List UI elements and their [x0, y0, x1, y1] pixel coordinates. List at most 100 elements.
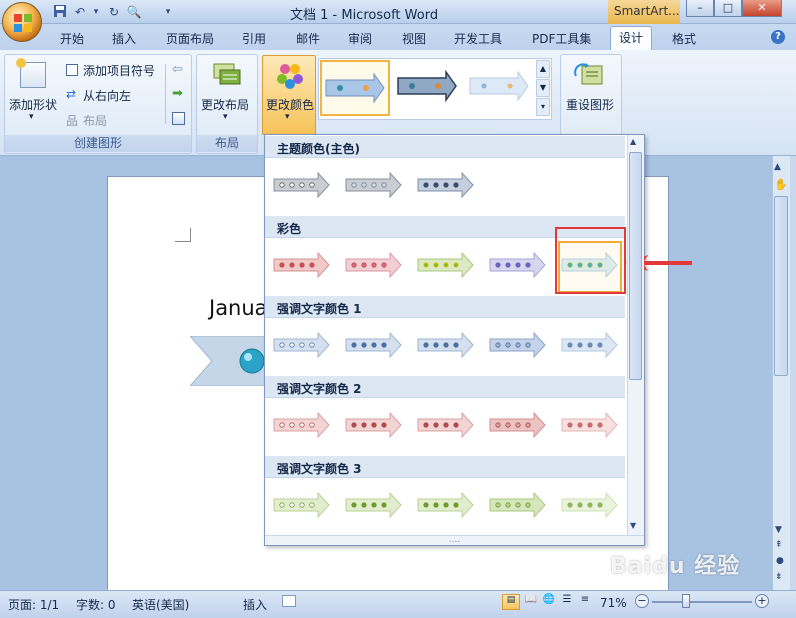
color-variant-thumb[interactable]: [412, 402, 478, 448]
gallery-scroll-down-arrow-icon[interactable]: ▼: [630, 521, 636, 530]
tab-format[interactable]: 格式: [664, 28, 704, 49]
gallery-scroll-down-icon[interactable]: ▼: [536, 79, 550, 97]
add-shape-dropdown-icon[interactable]: ▾: [29, 112, 34, 122]
zoom-out-icon[interactable]: −: [635, 594, 649, 608]
close-button[interactable]: ✕: [742, 0, 782, 17]
office-button[interactable]: [2, 2, 42, 42]
color-variant-thumb[interactable]: [340, 322, 406, 368]
layout-group-label: 布局: [197, 135, 257, 152]
color-variant-thumb[interactable]: [268, 402, 334, 448]
macro-record-icon[interactable]: [282, 595, 296, 607]
print-preview-icon[interactable]: 🔍: [126, 4, 142, 20]
window-title: 文档 1 - Microsoft Word: [290, 8, 439, 23]
gallery-scroll-up-icon[interactable]: ▲: [536, 60, 550, 78]
smartart-text-january[interactable]: Janua: [209, 296, 268, 320]
color-variant-thumb[interactable]: [412, 162, 478, 208]
select-browse-object-icon[interactable]: ●: [776, 556, 784, 566]
demote-icon[interactable]: ➡: [172, 86, 183, 101]
gallery-scroll-thumb[interactable]: [629, 152, 642, 380]
web-layout-icon[interactable]: 🌐: [540, 594, 558, 610]
color-variant-thumb[interactable]: [484, 322, 550, 368]
ruler-toggle-icon[interactable]: ▲: [774, 162, 781, 172]
outline-view-icon[interactable]: ☰: [558, 594, 576, 610]
org-layout-button[interactable]: 布局: [83, 112, 107, 129]
zoom-slider-handle[interactable]: [682, 594, 690, 608]
zoom-in-icon[interactable]: +: [755, 594, 769, 608]
promote-icon[interactable]: ⇦: [172, 62, 183, 77]
color-variant-thumb[interactable]: [556, 322, 622, 368]
change-color-button[interactable]: 更改颜色 ▾: [262, 55, 316, 135]
reset-graphic-button[interactable]: 重设图形: [566, 96, 614, 113]
next-page-icon[interactable]: ⇟: [775, 572, 783, 582]
word-count[interactable]: 字数: 0: [76, 596, 116, 613]
gallery-scroll-up-arrow-icon[interactable]: ▲: [630, 137, 636, 146]
language-indicator[interactable]: 英语(美国): [132, 596, 189, 613]
undo-dropdown-icon[interactable]: ▾: [88, 4, 104, 20]
page-count[interactable]: 页面: 1/1: [8, 596, 59, 613]
change-color-label: 更改颜色: [266, 98, 315, 112]
tab-review[interactable]: 审阅: [340, 28, 380, 49]
tab-pdf-tools[interactable]: PDF工具集: [524, 28, 599, 49]
color-variant-thumb[interactable]: [268, 482, 334, 528]
style-thumb-2[interactable]: [394, 60, 464, 116]
change-layout-dropdown-icon[interactable]: ▾: [223, 112, 228, 122]
color-variant-thumb[interactable]: [556, 402, 622, 448]
color-variant-thumb[interactable]: [340, 242, 406, 288]
save-icon[interactable]: [52, 4, 68, 20]
tab-page-layout[interactable]: 页面布局: [158, 28, 222, 49]
style-thumb-1[interactable]: [320, 60, 390, 116]
color-variant-thumb[interactable]: [268, 162, 334, 208]
tab-insert[interactable]: 插入: [104, 28, 144, 49]
previous-page-icon[interactable]: ⇞: [775, 540, 783, 550]
reset-graphic-icon: [574, 62, 606, 88]
zoom-level[interactable]: 71%: [600, 596, 627, 610]
right-to-left-icon: ⇄: [66, 87, 77, 101]
tab-design[interactable]: 设计: [610, 26, 653, 50]
help-icon[interactable]: ?: [771, 30, 785, 44]
right-to-left-button[interactable]: 从右向左: [83, 87, 131, 104]
color-variant-thumb[interactable]: [340, 482, 406, 528]
color-variant-thumb[interactable]: [556, 482, 622, 528]
redo-icon[interactable]: ↻: [106, 4, 122, 20]
scroll-down-icon[interactable]: ▼: [775, 525, 782, 535]
color-variant-thumb[interactable]: [484, 242, 550, 288]
zoom-slider-track[interactable]: [652, 601, 752, 603]
tab-mailings[interactable]: 邮件: [288, 28, 328, 49]
color-variant-thumb[interactable]: [268, 322, 334, 368]
tab-references[interactable]: 引用: [234, 28, 274, 49]
color-variant-thumb[interactable]: [484, 402, 550, 448]
qat-customize-icon[interactable]: ▾: [160, 4, 176, 20]
color-variant-thumb[interactable]: [412, 322, 478, 368]
smartart-tools-context-tab: SmartArt...: [608, 0, 680, 24]
change-layout-button[interactable]: 更改布局: [201, 96, 249, 113]
status-bar: [0, 590, 796, 618]
color-variant-thumb[interactable]: [340, 162, 406, 208]
gallery-resize-grip[interactable]: ....: [265, 535, 644, 545]
vertical-scroll-thumb[interactable]: [774, 196, 788, 376]
draft-view-icon[interactable]: ≡: [576, 594, 594, 610]
add-bullet-button[interactable]: 添加项目符号: [83, 62, 155, 79]
color-variant-thumb[interactable]: [412, 242, 478, 288]
color-variant-thumb[interactable]: [412, 482, 478, 528]
pan-hand-icon[interactable]: ✋: [774, 178, 788, 191]
tab-developer[interactable]: 开发工具: [446, 28, 510, 49]
full-screen-reading-icon[interactable]: 📖: [522, 594, 540, 610]
tab-home[interactable]: 开始: [52, 28, 92, 49]
annotation-red-box: [555, 227, 626, 294]
create-graphic-group-label: 创建图形: [5, 135, 191, 152]
insert-mode-indicator[interactable]: 插入: [243, 596, 267, 613]
maximize-button[interactable]: □: [714, 0, 742, 17]
minimize-button[interactable]: –: [686, 0, 714, 17]
add-shape-button[interactable]: 添加形状: [9, 96, 57, 113]
color-variant-thumb[interactable]: [340, 402, 406, 448]
color-variant-thumb[interactable]: [484, 482, 550, 528]
gallery-more-icon[interactable]: ▾: [536, 98, 550, 116]
smartart-arrow-shape[interactable]: [188, 335, 271, 387]
text-pane-icon[interactable]: [172, 112, 185, 125]
tab-view[interactable]: 视图: [394, 28, 434, 49]
color-variant-thumb[interactable]: [268, 242, 334, 288]
section-header-accent1: 强调文字颜色 1: [265, 296, 625, 318]
print-layout-view-icon[interactable]: ▤: [502, 594, 520, 610]
undo-icon[interactable]: ↶: [72, 4, 88, 20]
style-thumb-3[interactable]: [466, 60, 536, 116]
